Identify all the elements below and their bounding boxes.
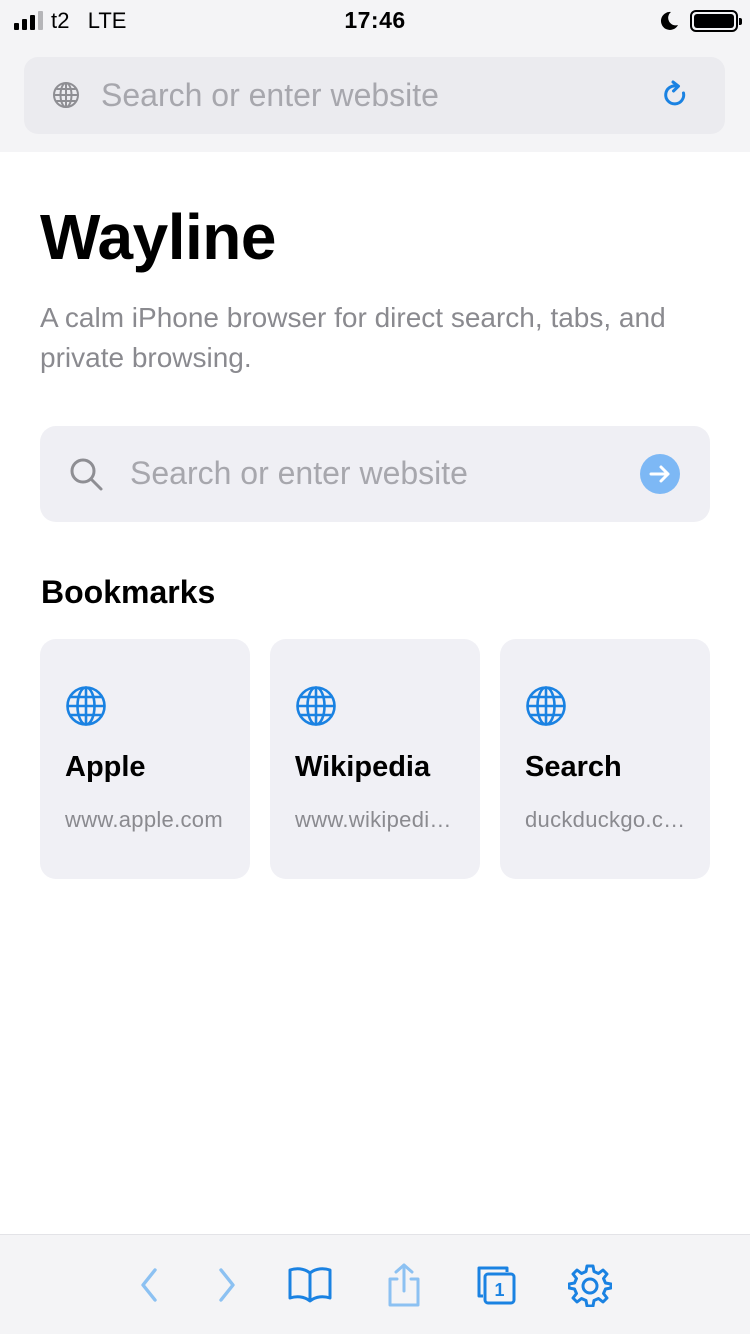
tab-count: 1 [494,1280,504,1300]
settings-gear-icon [568,1264,612,1307]
arrow-right-circle-icon [649,465,670,483]
top-chrome: t2 LTE 17:46 Search or enter website [0,0,750,152]
status-time: 17:46 [344,7,406,33]
bookmark-name: Wikipedia [295,751,431,783]
battery-icon [690,10,742,32]
globe-icon [66,686,106,726]
page-subtitle: A calm iPhone browser for direct search,… [40,302,666,373]
page-title: Wayline [40,201,276,273]
status-bar: t2 LTE 17:46 [0,0,750,42]
bookmark-card-search[interactable]: Search duckduckgo.com [500,639,710,879]
forward-icon [219,1268,235,1302]
globe-icon [526,686,566,726]
bookmarks-button[interactable] [286,1261,334,1309]
address-bar[interactable]: Search or enter website [24,57,725,134]
bookmark-card-apple[interactable]: Apple www.apple.com [40,639,250,879]
reload-icon[interactable] [661,79,691,111]
bookmark-card-wikipedia[interactable]: Wikipedia www.wikipedia.org [270,639,480,879]
tabs-button[interactable]: 1 [472,1261,520,1309]
home-search-placeholder[interactable]: Search or enter website [130,455,468,492]
bookmark-url: www.apple.com [65,807,223,832]
bookmarks-book-icon [288,1267,332,1303]
bookmark-name: Apple [65,751,146,783]
share-button[interactable] [380,1261,428,1309]
settings-button[interactable] [566,1261,614,1309]
share-icon [388,1263,420,1307]
do-not-disturb-moon-icon [660,11,678,30]
back-button[interactable] [125,1261,173,1309]
bookmarks-heading: Bookmarks [41,574,216,610]
status-right [658,8,742,34]
forward-button[interactable] [203,1261,251,1309]
bookmark-url: duckduckgo.com [525,807,690,832]
bottom-toolbar: 1 [0,1234,750,1334]
tabs-icon: 1 [477,1266,516,1305]
address-bar-placeholder[interactable]: Search or enter website [101,77,439,114]
back-icon [141,1268,157,1302]
search-submit-button[interactable] [640,454,680,494]
bookmark-name: Search [525,751,622,783]
home-search-field[interactable]: Search or enter website [40,426,710,522]
magnifier-icon [70,458,103,491]
bookmark-url: www.wikipedia.org [295,807,460,832]
globe-icon [53,82,79,108]
globe-icon [296,686,336,726]
bookmarks-grid: Apple www.apple.com Wikipedia www.wikipe… [40,639,710,879]
